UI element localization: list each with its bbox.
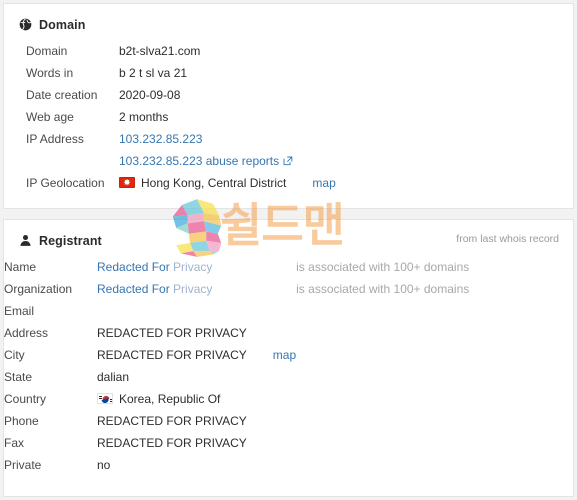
field-label: Private	[4, 458, 42, 472]
country-text: Korea, Republic Of	[119, 392, 221, 406]
field-value-ip-address: 103.232.85.223	[119, 128, 573, 150]
table-row: IP Address 103.232.85.223	[4, 128, 573, 150]
city-text: REDACTED FOR PRIVACY	[97, 348, 247, 362]
trigram-bar	[98, 398, 102, 399]
field-value-domain: b2t-slva21.com	[119, 44, 201, 58]
field-label: Domain	[26, 44, 68, 58]
hk-flag-icon: ✸	[119, 177, 135, 188]
table-row: State dalian	[4, 366, 573, 388]
field-value-state: dalian	[97, 370, 130, 384]
table-row: Date creation 2020-09-08	[4, 84, 573, 106]
table-row: IP Geolocation ✸ Hong Kong, Central Distr…	[4, 172, 573, 194]
table-row: 103.232.85.223 abuse reports	[4, 150, 573, 172]
field-value-abuse-reports: 103.232.85.223 abuse reports	[119, 150, 573, 172]
table-row: Domain b2t-slva21.com	[4, 40, 573, 62]
globe-icon	[18, 18, 32, 32]
field-label: Country	[4, 392, 47, 406]
field-value-phone: REDACTED FOR PRIVACY	[97, 414, 247, 428]
whois-source-note: from last whois record	[456, 233, 559, 245]
registrant-name-association-note: is associated with 100+ domains	[296, 260, 470, 274]
map-link-city[interactable]: map	[247, 348, 296, 362]
spacer-cell	[296, 366, 573, 388]
field-value-date-creation: 2020-09-08	[119, 88, 181, 102]
field-label: Organization	[4, 282, 73, 296]
spacer-cell	[296, 432, 573, 454]
flag-star: ✸	[123, 177, 131, 187]
abuse-reports-link[interactable]: 103.232.85.223 abuse reports	[119, 154, 293, 168]
spacer-cell	[296, 300, 573, 322]
registrant-org-privacy: Privacy	[173, 282, 213, 296]
spacer-cell	[296, 454, 573, 476]
table-row: Web age 2 months	[4, 106, 573, 128]
field-label: City	[4, 348, 25, 362]
domain-panel-header: Domain	[4, 4, 573, 34]
field-label: Web age	[26, 110, 74, 124]
field-value-ip-geolocation: ✸ Hong Kong, Central District map	[119, 172, 573, 194]
spacer-cell	[296, 344, 573, 366]
domain-fields-table: Domain b2t-slva21.com Words in b 2 t sl …	[4, 40, 573, 194]
trigram-bar	[110, 401, 112, 402]
table-row: Email	[4, 300, 573, 322]
trigram-bar	[98, 396, 102, 397]
table-row: Name Redacted For Privacy is associated …	[4, 256, 573, 278]
ip-geolocation-text: Hong Kong, Central District	[141, 176, 287, 190]
domain-panel-title: Domain	[39, 17, 86, 32]
trigram-bar	[110, 399, 112, 400]
field-value-name: Redacted For Privacy	[97, 256, 296, 278]
field-label: Name	[4, 260, 37, 274]
field-label: State	[4, 370, 33, 384]
registrant-panel-title: Registrant	[39, 233, 102, 248]
spacer-cell	[296, 388, 573, 410]
field-value-web-age: 2 months	[119, 110, 169, 124]
field-value-country: Korea, Republic Of	[97, 388, 296, 410]
external-link-icon	[283, 151, 293, 166]
spacer-cell	[296, 322, 573, 344]
field-value-city: REDACTED FOR PRIVACY map	[97, 344, 296, 366]
abuse-reports-label: 103.232.85.223 abuse reports	[119, 154, 280, 168]
field-value-address: REDACTED FOR PRIVACY	[97, 326, 247, 340]
taeguk-blue	[101, 398, 110, 403]
field-label: Words in	[26, 66, 74, 80]
field-value-words-in: b 2 t sl va 21	[119, 66, 188, 80]
map-link-geolocation[interactable]: map	[286, 176, 335, 190]
registrant-name-privacy: Privacy	[173, 260, 213, 274]
registrant-panel-header: Registrant from last whois record	[4, 220, 573, 250]
table-row: Address REDACTED FOR PRIVACY	[4, 322, 573, 344]
field-label: Fax	[4, 436, 25, 450]
table-row: Organization Redacted For Privacy is ass…	[4, 278, 573, 300]
spacer-cell	[296, 410, 573, 432]
field-label: Address	[4, 326, 49, 340]
table-row: Private no	[4, 454, 573, 476]
ip-address-link[interactable]: 103.232.85.223	[119, 132, 202, 146]
field-value-fax: REDACTED FOR PRIVACY	[97, 436, 247, 450]
table-row: City REDACTED FOR PRIVACY map	[4, 344, 573, 366]
table-row: Fax REDACTED FOR PRIVACY	[4, 432, 573, 454]
domain-panel: Domain Domain b2t-slva21.com Words in b …	[3, 3, 574, 209]
field-label: IP Address	[26, 132, 84, 146]
registrant-org-association-note: is associated with 100+ domains	[296, 282, 470, 296]
registrant-name-link[interactable]: Redacted For	[97, 260, 170, 274]
kr-flag-icon	[97, 393, 113, 404]
field-value-email	[97, 300, 296, 322]
whois-result-page: Domain Domain b2t-slva21.com Words in b …	[0, 0, 577, 500]
table-row: Words in b 2 t sl va 21	[4, 62, 573, 84]
registrant-panel: Registrant from last whois record Name R…	[3, 219, 574, 497]
table-row: Country Korea, Republic Of	[4, 388, 573, 410]
registrant-fields-table: Name Redacted For Privacy is associated …	[4, 256, 573, 476]
user-icon	[18, 234, 32, 248]
field-label: Email	[4, 304, 35, 318]
field-label: Date creation	[26, 88, 98, 102]
field-label: Phone	[4, 414, 39, 428]
field-value-organization: Redacted For Privacy	[97, 278, 296, 300]
field-label-empty	[4, 150, 119, 172]
field-value-private: no	[97, 458, 111, 472]
table-row: Phone REDACTED FOR PRIVACY	[4, 410, 573, 432]
field-label: IP Geolocation	[26, 176, 105, 190]
registrant-org-link[interactable]: Redacted For	[97, 282, 170, 296]
